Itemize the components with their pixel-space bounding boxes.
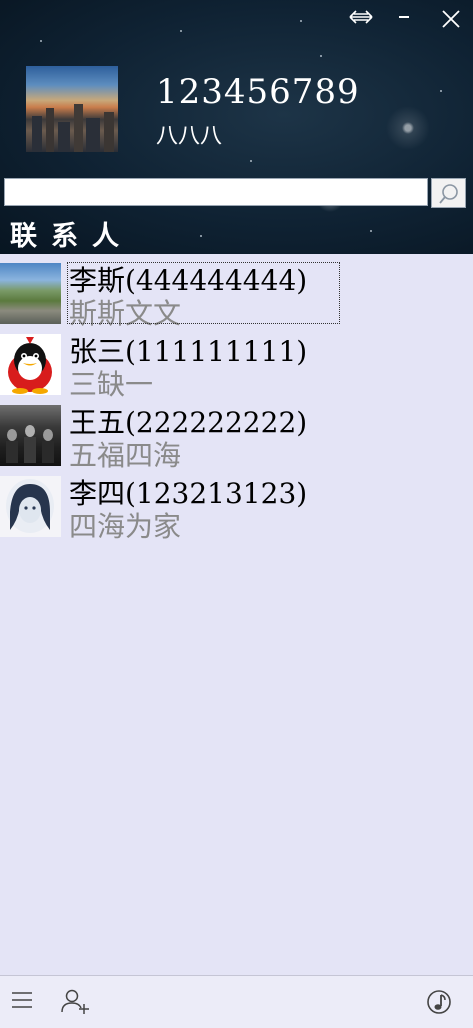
contact-list: 李斯(444444444) 斯斯文文 张三(111111111) 三缺一 王五(…	[0, 259, 473, 543]
search-icon	[438, 184, 458, 204]
group-photo	[0, 405, 61, 466]
tab-contacts[interactable]: 联系人	[10, 214, 133, 253]
footer-toolbar	[0, 975, 473, 1028]
contact-signature: 五福四海	[69, 439, 182, 472]
minimize-icon[interactable]	[389, 4, 419, 30]
add-contact-icon[interactable]	[60, 988, 90, 1018]
landscape-photo	[0, 263, 61, 324]
profile-header: 123456789 八八八 联系人	[0, 0, 473, 254]
list-item[interactable]: 王五(222222222) 五福四海	[0, 401, 473, 472]
menu-icon[interactable]	[10, 988, 34, 1016]
account-number: 123456789	[156, 72, 360, 112]
list-item[interactable]: 张三(111111111) 三缺一	[0, 330, 473, 401]
penguin-logo	[0, 334, 61, 395]
music-icon[interactable]	[425, 988, 453, 1020]
contact-signature: 四海为家	[69, 510, 182, 543]
list-item[interactable]: 李斯(444444444) 斯斯文文	[0, 259, 473, 330]
restore-icon[interactable]	[346, 4, 376, 30]
list-item[interactable]: 李四(123213123) 四海为家	[0, 472, 473, 543]
contact-signature: 三缺一	[69, 368, 154, 401]
profile-signature[interactable]: 八八八	[156, 118, 222, 150]
avatar[interactable]	[26, 66, 118, 152]
girl-portrait	[0, 476, 61, 537]
search-input[interactable]	[4, 178, 428, 206]
close-icon[interactable]	[436, 4, 466, 30]
search-button[interactable]	[431, 178, 466, 208]
